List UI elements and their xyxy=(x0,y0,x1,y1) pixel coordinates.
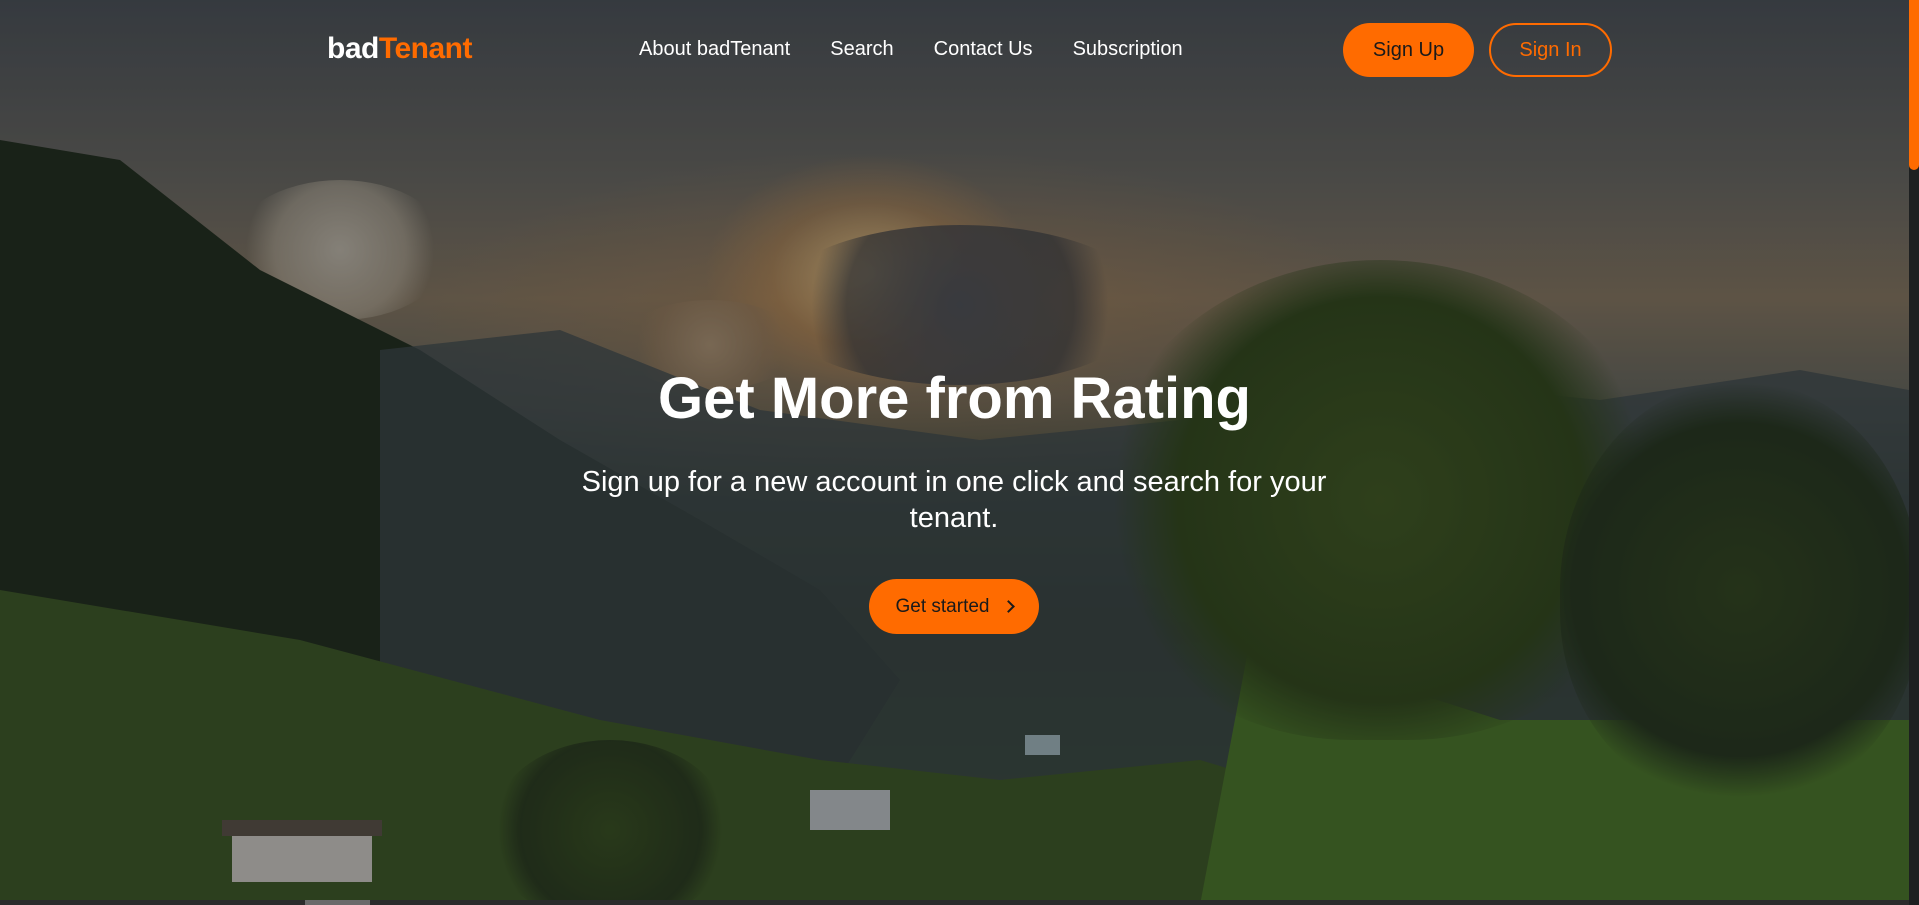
get-started-label: Get started xyxy=(895,595,990,617)
sign-in-button[interactable]: Sign In xyxy=(1489,23,1612,77)
sign-up-button[interactable]: Sign Up xyxy=(1343,23,1474,77)
scrollbar-thumb[interactable] xyxy=(1909,0,1919,170)
horizontal-scrollbar-thumb[interactable] xyxy=(305,900,370,905)
hero-subtitle: Sign up for a new account in one click a… xyxy=(581,466,1327,534)
hero-title: Get More from Rating xyxy=(658,366,1251,431)
nav-item-subscription[interactable]: Subscription xyxy=(1073,38,1183,61)
background-dim-overlay xyxy=(0,0,1919,905)
get-started-button[interactable]: Get started xyxy=(869,579,1039,634)
horizontal-scrollbar[interactable] xyxy=(0,900,1909,905)
brand-logo[interactable]: badTenant xyxy=(327,32,472,66)
brand-logo-part2: Tenant xyxy=(378,32,473,65)
chevron-right-icon xyxy=(1001,600,1015,613)
nav-item-search[interactable]: Search xyxy=(830,38,893,61)
nav-item-contact[interactable]: Contact Us xyxy=(934,38,1033,61)
brand-logo-part1: bad xyxy=(327,32,379,65)
nav-item-about[interactable]: About badTenant xyxy=(639,38,790,61)
main-nav: About badTenant Search Contact Us Subscr… xyxy=(639,38,1183,61)
site-header: badTenant About badTenant Search Contact… xyxy=(0,0,1919,100)
landing-page: badTenant About badTenant Search Contact… xyxy=(0,0,1919,905)
page-scrollbar[interactable] xyxy=(1909,0,1919,905)
